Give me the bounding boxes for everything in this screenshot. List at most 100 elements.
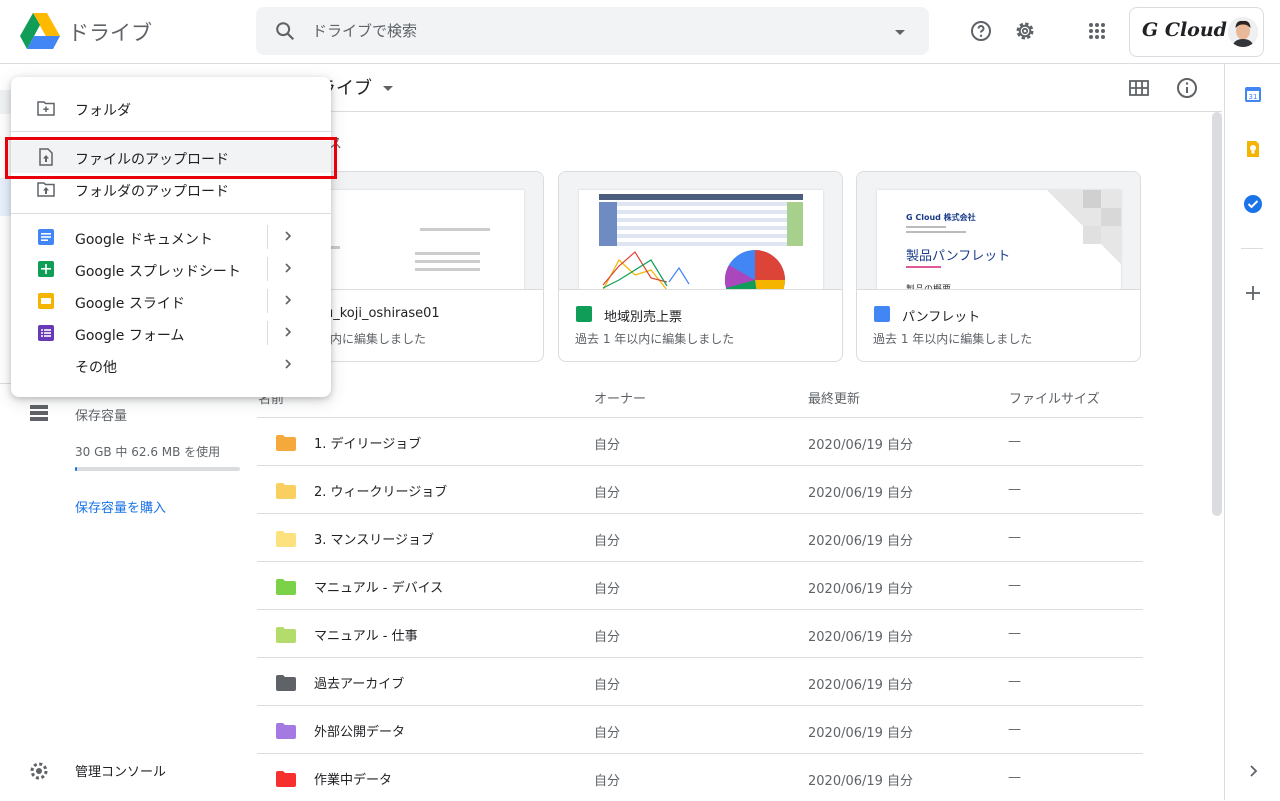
file-size: — [1008,578,1021,593]
folder-icon [276,723,296,739]
highlight-annotation-box [5,137,337,179]
column-header-modified[interactable]: 最終更新 [808,388,860,407]
column-header-size[interactable]: ファイルサイズ [1009,388,1100,407]
storage-progress-bar [75,467,240,471]
card-subtitle: 過去 1 年以内に編集しました [873,332,1033,346]
google-sheets-icon [576,306,592,322]
quick-access-card[interactable]: G Cloud 株式会社 製品パンフレット 製品の概要 パンフレット 過去 1 … [856,171,1141,362]
file-name: 2. ウィークリージョブ [314,485,448,500]
storage-label[interactable]: 保存容量 [75,405,127,424]
table-row[interactable]: 外部公開データ 自分 2020/06/19 自分 — [257,705,1143,753]
folder-upload-icon [37,182,55,197]
grid-view-icon[interactable] [1127,76,1151,100]
file-modified: 2020/06/19 自分 [808,534,914,549]
file-owner: 自分 [594,534,621,549]
settings-gear-icon[interactable] [1013,19,1037,43]
chevron-right-icon[interactable] [281,229,295,243]
file-size: — [1008,626,1021,641]
file-modified: 2020/06/19 自分 [808,678,914,693]
google-sheets-icon [38,261,54,277]
folder-icon [276,435,296,451]
card-title: u_koji_oshirase01 [325,306,440,321]
menu-item-new-folder[interactable]: フォルダ [11,92,331,124]
file-modified: 2020/06/19 自分 [808,726,914,741]
chevron-down-icon[interactable] [382,82,394,94]
help-icon[interactable] [969,19,993,43]
column-header-owner[interactable]: オーナー [594,388,646,407]
table-row[interactable]: マニュアル - 仕事 自分 2020/06/19 自分 — [257,609,1143,657]
top-bar: ドライブ G Cloud [0,0,1280,64]
menu-divider [11,213,331,214]
menu-item-google-slides[interactable]: Google スライド [11,285,331,317]
table-row[interactable]: 3. マンスリージョブ 自分 2020/06/19 自分 — [257,513,1143,561]
new-menu: フォルダ ファイルのアップロード フォルダのアップロード Google ドキュメ… [11,77,331,397]
file-name: 過去アーカイブ [314,677,405,692]
table-row[interactable]: 過去アーカイブ 自分 2020/06/19 自分 — [257,657,1143,705]
buy-storage-link[interactable]: 保存容量を購入 [75,497,166,516]
file-owner: 自分 [594,774,621,789]
chevron-right-icon[interactable] [1243,761,1263,781]
quick-access-card[interactable]: 地域別売上票 過去 1 年以内に編集しました [558,171,843,362]
avatar[interactable] [1228,17,1258,47]
folder-icon [276,675,296,691]
chevron-right-icon[interactable] [281,293,295,307]
menu-item-label: フォルダ [75,103,131,119]
add-addon-icon[interactable] [1243,283,1263,303]
svg-text:31: 31 [1249,93,1258,101]
file-modified: 2020/06/19 自分 [808,582,914,597]
file-size: — [1008,674,1021,689]
table-row[interactable]: 2. ウィークリージョブ 自分 2020/06/19 自分 — [257,465,1143,513]
menu-item-label: Google スライド [75,296,185,312]
info-icon[interactable] [1175,76,1199,100]
admin-console-icon [30,762,48,780]
menu-item-google-sheets[interactable]: Google スプレッドシート [11,253,331,285]
file-modified: 2020/06/19 自分 [808,438,914,453]
table-row[interactable]: マニュアル - デバイス 自分 2020/06/19 自分 — [257,561,1143,609]
google-docs-icon [874,306,890,322]
table-row[interactable]: 1. デイリージョブ 自分 2020/06/19 自分 — [257,417,1143,465]
file-modified: 2020/06/19 自分 [808,774,914,789]
file-size: — [1008,722,1021,737]
file-modified: 2020/06/19 自分 [808,486,914,501]
chevron-right-icon[interactable] [281,357,295,371]
menu-item-google-forms[interactable]: Google フォーム [11,317,331,349]
file-name: マニュアル - デバイス [314,581,444,596]
admin-console-link[interactable]: 管理コンソール [75,761,166,780]
search-icon[interactable] [274,20,296,42]
scrollbar[interactable] [1212,112,1222,516]
storage-progress-fill [75,467,77,471]
google-slides-icon [38,293,54,309]
side-panel: 31 [1224,64,1280,800]
folder-add-icon [37,101,55,116]
account-brand-logo: G Cloud [1142,19,1227,41]
card-thumbnail [559,172,842,290]
menu-item-google-docs[interactable]: Google ドキュメント [11,221,331,253]
file-name: 作業中データ [314,773,393,788]
card-preview-title: 製品パンフレット [906,249,1011,264]
main-divider [256,111,1222,112]
side-panel-divider [1241,248,1263,249]
keep-icon[interactable] [1243,139,1263,159]
card-subtitle: 以内に編集しました [318,332,427,346]
file-owner: 自分 [594,726,621,741]
file-modified: 2020/06/19 自分 [808,630,914,645]
drive-logo-icon[interactable] [20,13,60,49]
chevron-right-icon[interactable] [281,261,295,275]
table-row[interactable]: 作業中データ 自分 2020/06/19 自分 — [257,753,1143,801]
menu-separator [267,321,268,345]
search-input[interactable] [312,16,872,46]
account-switcher[interactable]: G Cloud [1129,7,1264,57]
chevron-right-icon[interactable] [281,325,295,339]
menu-item-label: Google ドキュメント [75,232,213,248]
google-apps-icon[interactable] [1085,19,1109,43]
google-forms-icon [38,325,54,341]
tasks-icon[interactable] [1243,194,1263,214]
menu-item-label: フォルダのアップロード [75,184,229,200]
google-docs-icon [38,229,54,245]
menu-separator [267,289,268,313]
menu-item-more[interactable]: その他 [11,349,331,381]
menu-separator [267,225,268,249]
calendar-icon[interactable]: 31 [1243,84,1263,104]
search-options-dropdown-icon[interactable] [890,22,910,42]
file-name: 1. デイリージョブ [314,437,422,452]
